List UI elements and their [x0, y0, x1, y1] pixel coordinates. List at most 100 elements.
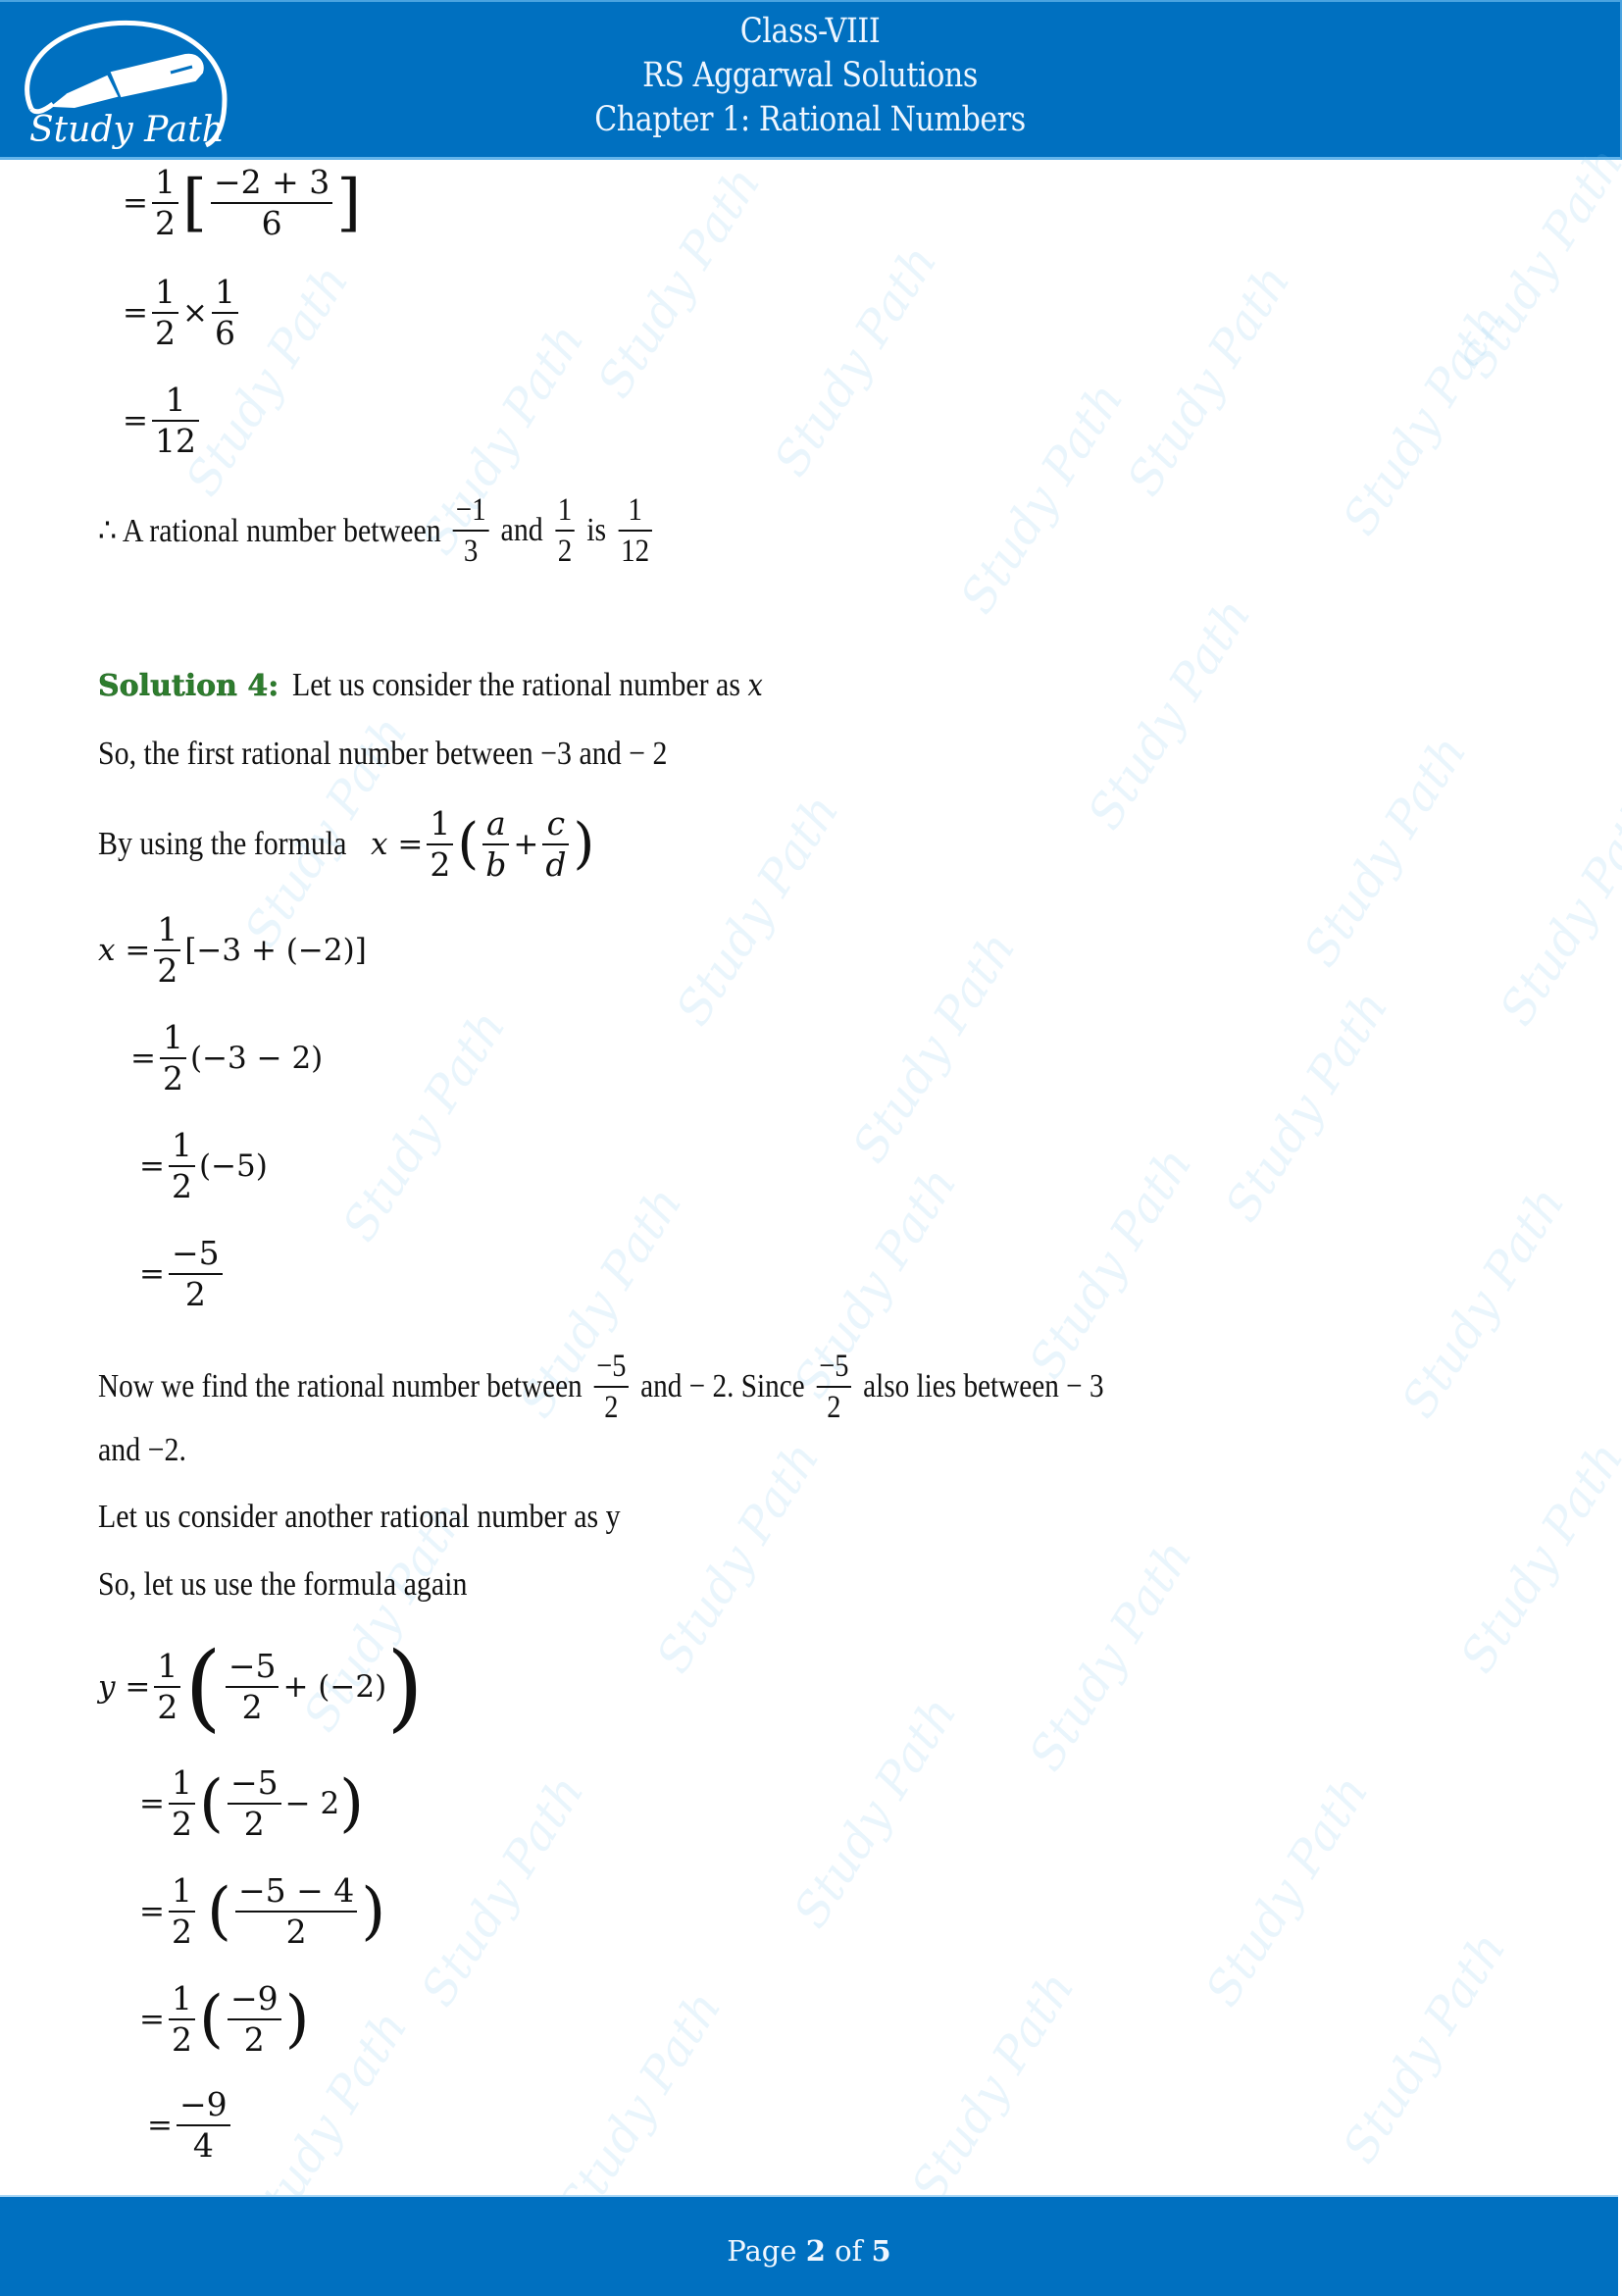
variable-y: y — [98, 1669, 116, 1705]
y-step-3: = 12 ( −5 − 42 ) — [139, 1873, 385, 1950]
since-text: and − 2. Since — [640, 1368, 805, 1404]
fraction-denominator: 4 — [176, 2124, 230, 2164]
x-step-1: x = 12 [−3 + (−2)] — [98, 912, 367, 989]
fraction-denominator: d — [542, 843, 570, 883]
watermark-text: Study Path — [949, 373, 1135, 624]
fraction-denominator: 2 — [151, 312, 178, 351]
watermark-text: Study Path — [410, 1765, 595, 2016]
fraction-denominator: 2 — [154, 1686, 181, 1725]
current-page-number: 2 — [805, 2234, 826, 2268]
close-paren: ) — [386, 1632, 424, 1742]
formula-again-text: So, let us use the formula again — [98, 1566, 468, 1603]
fraction-denominator: 3 — [453, 530, 489, 569]
and-text: and — [500, 512, 543, 548]
fraction-denominator: 2 — [151, 202, 178, 241]
equals-sign: = — [139, 2002, 165, 2037]
now-text: Now we find the rational number between — [98, 1368, 583, 1404]
fraction-numerator: −9 — [229, 1979, 279, 2017]
fraction-denominator: 12 — [151, 420, 199, 459]
another-rational-line: Let us consider another rational number … — [98, 1499, 691, 1536]
watermark-text: Study Path — [586, 157, 772, 408]
y-step-1: y = 12 ( −5 2 + (−2) ) — [98, 1640, 424, 1734]
variable-x: x — [98, 933, 116, 968]
expression: [−3 + (−2)] — [184, 933, 367, 968]
book-label: RS Aggarwal Solutions — [642, 56, 978, 95]
fraction-numerator: 1 — [171, 1763, 192, 1802]
watermark-text: Study Path — [645, 1432, 831, 1683]
equals-sign: = — [147, 2108, 173, 2143]
fraction-denominator: 2 — [168, 1911, 195, 1950]
x-step-2: = 12 (−3 − 2) — [130, 1020, 323, 1097]
chapter-label: Chapter 1: Rational Numbers — [594, 100, 1026, 139]
watermark-text: Study Path — [1391, 1177, 1576, 1428]
fraction-numerator: a — [485, 804, 506, 842]
fraction-numerator: −2 + 3 — [213, 163, 330, 201]
fraction-numerator: 1 — [171, 1871, 192, 1910]
first-rational-text: So, the first rational number between −3… — [98, 736, 668, 772]
now-find-line-cont: and −2. — [98, 1432, 198, 1469]
first-rational-line: So, the first rational number between −3… — [98, 736, 745, 773]
close-paren: ) — [573, 812, 595, 876]
watermark-text: Study Path — [665, 785, 850, 1036]
fraction-denominator: 2 — [555, 530, 575, 569]
lies-between-text: also lies between − 3 — [863, 1368, 1104, 1404]
formula-again-line: So, let us use the formula again — [98, 1566, 518, 1604]
watermark-text: Study Path — [1194, 1765, 1380, 2016]
fraction-numerator: 1 — [162, 1018, 183, 1056]
watermark-text: Study Path — [783, 1687, 968, 1938]
is-text: is — [586, 512, 607, 548]
fraction-denominator: 2 — [154, 949, 181, 989]
total-pages-number: 5 — [871, 2234, 891, 2268]
step-line-3: = 1 12 — [123, 383, 203, 459]
watermark-text: Study Path — [841, 922, 1027, 1173]
formula-line: By using the formula x = 12 ( ab + cd ) — [98, 806, 594, 883]
y-step-5: = −9 4 — [147, 2087, 234, 2164]
open-paren: ( — [457, 812, 480, 876]
solution-4-heading: Solution 4: Let us consider the rational… — [98, 667, 828, 704]
equals-sign: = — [139, 1786, 165, 1821]
equals-sign: = — [139, 1894, 165, 1929]
fraction-numerator: 1 — [557, 492, 573, 528]
open-paren: ( — [198, 1983, 224, 2056]
fraction-denominator: 2 — [816, 1386, 852, 1425]
another-rational-text: Let us consider another rational number … — [98, 1499, 621, 1535]
conclusion-text: ∴ A rational number between — [98, 513, 441, 549]
expression: (−3 − 2) — [189, 1041, 324, 1076]
watermark-text: Study Path — [1214, 981, 1399, 1232]
of-word: of — [835, 2234, 863, 2268]
expression: (−5) — [198, 1148, 268, 1184]
watermark-text: Study Path — [331, 1000, 517, 1251]
open-bracket: [ — [181, 167, 207, 239]
expression: − 2 — [284, 1786, 340, 1821]
class-label: Class-VIII — [739, 12, 881, 51]
variable-x: x — [371, 827, 388, 862]
fraction-denominator: 12 — [618, 530, 652, 569]
page-word: Page — [727, 2234, 797, 2268]
fraction-denominator: 6 — [211, 312, 238, 351]
fraction-numerator: −5 − 4 — [237, 1871, 355, 1910]
fraction-denominator: b — [482, 843, 510, 883]
fraction-numerator: 1 — [157, 1647, 178, 1685]
fraction-denominator: 2 — [168, 1803, 195, 1842]
fraction-denominator: 2 — [168, 1273, 223, 1312]
now-find-line: Now we find the rational number between … — [98, 1349, 1268, 1425]
fraction-numerator: −5 — [229, 1763, 279, 1802]
fraction-numerator: 1 — [154, 273, 176, 311]
open-paren: ( — [184, 1632, 222, 1742]
fraction-denominator: 2 — [225, 1686, 279, 1725]
fraction-numerator: −1 — [455, 492, 486, 528]
close-paren: ) — [339, 1767, 365, 1840]
y-step-4: = 12 ( −9 2 ) — [139, 1981, 310, 2058]
fraction-numerator: 1 — [171, 1979, 192, 2017]
equals-sign: = — [123, 403, 148, 438]
watermark-text: Study Path — [1449, 137, 1622, 388]
watermark-text: Study Path — [1449, 1432, 1622, 1683]
watermark-text: Study Path — [1332, 1922, 1517, 2173]
equals-sign: = — [139, 1148, 165, 1184]
fraction-denominator: 2 — [427, 843, 454, 883]
watermark-text: Study Path — [1489, 785, 1622, 1036]
x-step-3: = 12 (−5) — [139, 1128, 268, 1204]
fraction-numerator: 1 — [157, 910, 178, 948]
open-paren: ( — [198, 1767, 224, 1840]
close-paren: ) — [361, 1875, 386, 1948]
